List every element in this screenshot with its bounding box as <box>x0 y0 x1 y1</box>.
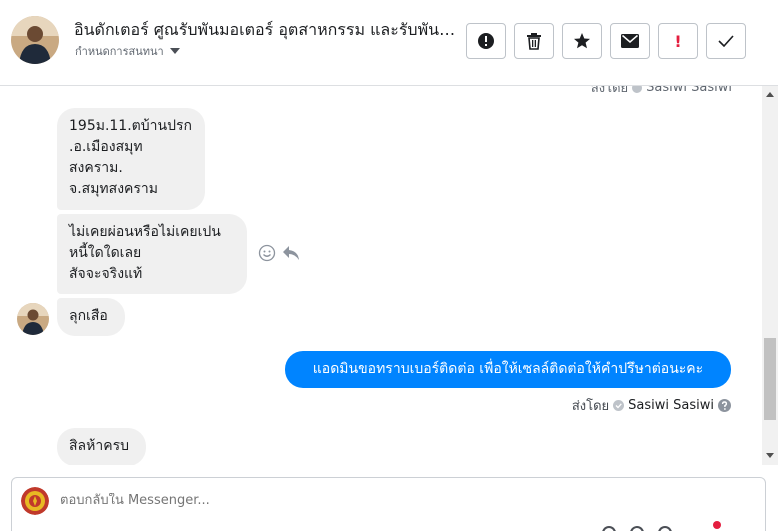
delete-button[interactable] <box>514 23 554 59</box>
thread-scrollbar[interactable] <box>762 86 778 465</box>
sender-avatar[interactable] <box>17 303 49 335</box>
exclamation-circle-icon <box>478 33 494 49</box>
message-line: สัจจะจริงแท้ <box>69 266 143 282</box>
message-line: .อ.เมืองสมุท <box>69 139 143 155</box>
message-line: จ.สมุทสงคราม <box>69 181 159 197</box>
sent-by-indicator: ส่งโดย Sasiwi Sasiwi <box>572 395 731 416</box>
conversation-settings-dropdown[interactable]: กำหนดการสนทนา <box>75 42 180 60</box>
spam-button[interactable] <box>466 23 506 59</box>
sent-by-label: ส่งโดย <box>571 399 610 414</box>
message-line: ลุกเสือ <box>69 308 108 324</box>
image-icon[interactable] <box>630 526 644 531</box>
message-actions <box>258 244 300 262</box>
page-avatar <box>21 487 49 515</box>
conversation-header: อินดักเตอร์ ศูณรับพันมอเตอร์ อุตสาหกรรม … <box>0 0 778 86</box>
chevron-down-icon <box>169 48 180 54</box>
sent-by-name: Sasiwi Sasiwi <box>628 398 714 413</box>
message-line: สิลห้าครบ <box>69 438 129 454</box>
done-button[interactable] <box>706 23 746 59</box>
message-line: ไม่เคยผ่อนหรือไม่เคยเปน <box>69 224 221 240</box>
scroll-down-icon[interactable] <box>766 453 774 458</box>
exclamation-icon: ! <box>674 31 682 51</box>
reply-icon[interactable] <box>282 245 300 261</box>
check-circle-icon <box>632 86 643 93</box>
incoming-message[interactable]: 195ม.11.ตบ้านปรก .อ.เมืองสมุท สงคราม. จ.… <box>57 108 205 210</box>
smiley-icon[interactable] <box>258 244 276 262</box>
emoji-icon[interactable] <box>658 526 672 531</box>
message-line: หนี้ใดใดเลย <box>69 245 142 261</box>
conversation-title: อินดักเตอร์ ศูณรับพันมอเตอร์ อุตสาหกรรม … <box>74 20 464 39</box>
message-line: 195ม.11.ตบ้านปรก <box>69 118 192 134</box>
mark-unread-button[interactable] <box>610 23 650 59</box>
star-icon <box>574 33 590 49</box>
composer-tools <box>602 526 672 531</box>
contact-avatar[interactable] <box>11 16 59 64</box>
header-actions: ! <box>466 23 746 59</box>
outgoing-message[interactable]: แอดมินขอทราบเบอร์ติดต่อ เพื่อให้เซลล์ติด… <box>285 351 731 388</box>
flag-button[interactable]: ! <box>658 23 698 59</box>
incoming-message[interactable]: สิลห้าครบ <box>57 428 146 465</box>
scrollbar-thumb[interactable] <box>764 338 776 420</box>
sent-by-indicator-top: ส่งโดย Sasiwi Sasiwi <box>591 86 732 98</box>
check-icon <box>718 35 734 47</box>
scroll-up-icon[interactable] <box>766 92 774 97</box>
sent-by-label: ส่งโดย <box>590 86 629 96</box>
attachment-icon[interactable] <box>602 526 616 531</box>
sent-by-name: Sasiwi Sasiwi <box>646 86 732 95</box>
notification-dot <box>713 521 721 529</box>
star-button[interactable] <box>562 23 602 59</box>
message-line: สงคราม. <box>69 160 123 176</box>
check-circle-icon <box>613 400 625 411</box>
conversation-settings-label: กำหนดการสนทนา <box>75 45 164 58</box>
incoming-message[interactable]: ลุกเสือ <box>57 298 125 336</box>
envelope-icon <box>621 34 639 48</box>
trash-icon <box>527 33 541 50</box>
reply-composer <box>11 477 766 531</box>
incoming-message[interactable]: ไม่เคยผ่อนหรือไม่เคยเปน หนี้ใดใดเลย สัจจ… <box>57 214 247 294</box>
reply-input[interactable] <box>60 493 560 508</box>
help-icon[interactable] <box>718 399 731 412</box>
message-thread[interactable]: ส่งโดย Sasiwi Sasiwi 195ม.11.ตบ้านปรก .อ… <box>0 86 762 465</box>
